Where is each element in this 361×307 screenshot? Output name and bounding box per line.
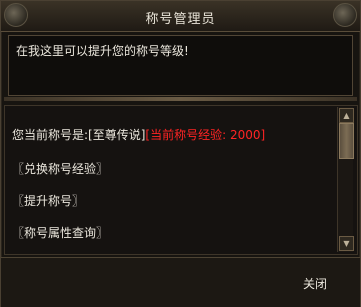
current-title-text: 您当前称号是:[至尊传说] [12, 128, 146, 142]
dialog-title: 称号管理员 [145, 12, 216, 27]
option-exchange-exp[interactable]: 〖兑换称号经验〗 [12, 160, 108, 177]
option-upgrade-title[interactable]: 〖提升称号〗 [12, 192, 84, 209]
close-button[interactable]: 关闭 [303, 275, 327, 292]
npc-message-box: 在我这里可以提升您的称号等级! [8, 35, 353, 96]
npc-message-text: 在我这里可以提升您的称号等级! [16, 44, 189, 58]
option-title-attributes[interactable]: 〖称号属性查询〗 [12, 224, 108, 241]
options-panel: 您当前称号是:[至尊传说][当前称号经验: 2000] 〖兑换称号经验〗 〖提升… [4, 105, 358, 255]
footer-bar: 关闭 [1, 257, 360, 307]
current-title-line: 您当前称号是:[至尊传说][当前称号经验: 2000] [12, 126, 265, 143]
title-bar[interactable]: 称号管理员 [1, 1, 360, 32]
divider [4, 97, 357, 101]
scroll-thumb[interactable] [339, 123, 354, 159]
scrollbar[interactable]: ▲ ▼ [337, 107, 354, 252]
scroll-up-arrow-icon[interactable]: ▲ [339, 108, 354, 123]
npc-dialog-window: 称号管理员 在我这里可以提升您的称号等级! 您当前称号是:[至尊传说][当前称号… [0, 0, 361, 307]
current-title-exp: [当前称号经验: 2000] [145, 128, 266, 142]
scroll-down-arrow-icon[interactable]: ▼ [339, 236, 354, 251]
